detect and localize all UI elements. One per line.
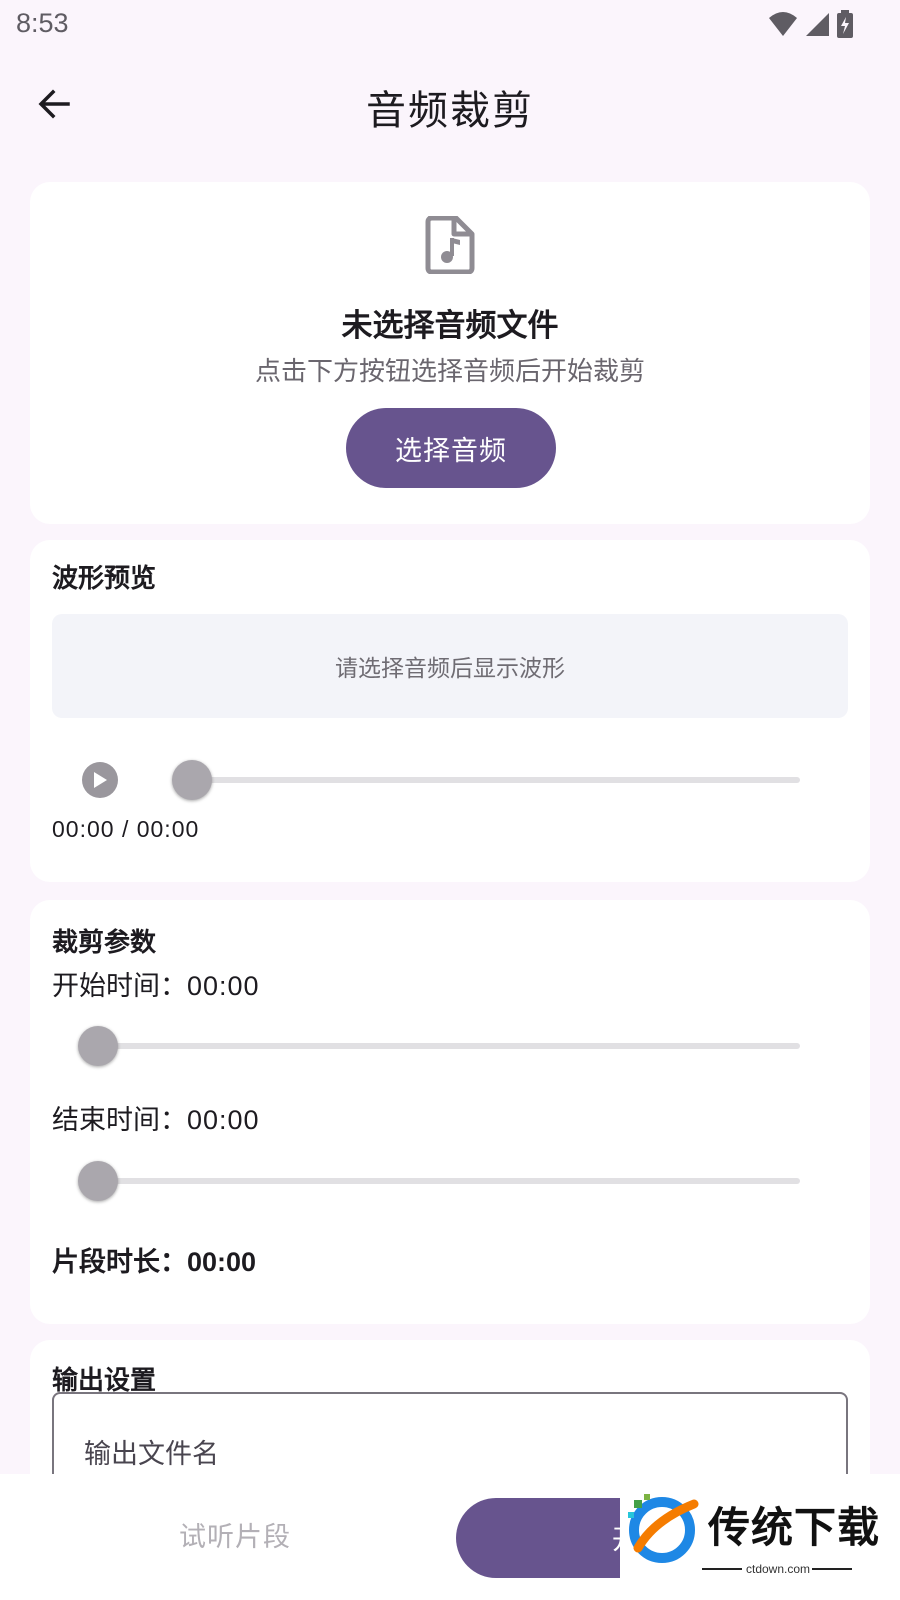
top-app-bar: 音频裁剪 <box>0 56 900 152</box>
play-icon <box>94 772 107 788</box>
start-time-label-text: 开始时间： <box>52 971 187 1002</box>
waveform-placeholder: 请选择音频后显示波形 <box>335 656 565 682</box>
cell-signal-icon <box>806 13 829 36</box>
trim-section-title: 裁剪参数 <box>52 928 157 958</box>
no-file-headline: 未选择音频文件 <box>341 308 559 344</box>
status-bar: 8:53 <box>0 0 900 50</box>
audio-file-icon <box>425 216 475 274</box>
watermark-rule-left <box>702 1568 742 1570</box>
segment-duration-label: 片段时长： <box>52 1247 187 1278</box>
status-icons <box>768 10 854 38</box>
playback-time-readout: 00:00 / 00:00 <box>52 816 200 842</box>
wifi-icon <box>769 12 797 36</box>
playback-slider-thumb[interactable] <box>172 760 212 800</box>
end-time-slider-thumb[interactable] <box>78 1161 118 1201</box>
watermark-logo-icon <box>628 1494 699 1563</box>
end-time-value: 00:00 <box>187 1105 260 1135</box>
end-time-slider-track[interactable] <box>78 1178 800 1184</box>
start-time-slider-thumb[interactable] <box>78 1026 118 1066</box>
trim-params-card: 裁剪参数 开始时间：00:00 结束时间：00:00 片段时长：00:00 <box>30 900 870 1324</box>
watermark-rule-right <box>812 1568 852 1570</box>
waveform-section-title: 波形预览 <box>52 564 157 594</box>
watermark: 传统下载 ctdown.com <box>620 1474 900 1600</box>
end-time-label: 结束时间：00:00 <box>52 1098 260 1137</box>
playback-slider-track[interactable] <box>172 777 800 783</box>
segment-duration: 片段时长：00:00 <box>52 1240 256 1279</box>
file-select-card: 未选择音频文件 点击下方按钮选择音频后开始裁剪 选择音频 <box>30 182 870 524</box>
play-button[interactable] <box>82 762 118 798</box>
start-time-value: 00:00 <box>187 971 260 1001</box>
select-audio-button[interactable]: 选择音频 <box>346 408 556 488</box>
waveform-card: 波形预览 请选择音频后显示波形 00:00 / 00:00 <box>30 540 870 882</box>
watermark-text: 传统下载 <box>708 1503 881 1552</box>
segment-duration-value: 00:00 <box>187 1247 257 1277</box>
start-time-slider-track[interactable] <box>78 1043 800 1049</box>
start-time-label: 开始时间：00:00 <box>52 964 260 1003</box>
status-time: 8:53 <box>16 8 69 38</box>
waveform-display: 请选择音频后显示波形 <box>52 614 848 718</box>
watermark-domain: ctdown.com <box>746 1562 811 1576</box>
preview-segment-button[interactable]: 试听片段 <box>120 1494 350 1574</box>
output-filename-placeholder: 输出文件名 <box>84 1439 219 1470</box>
no-file-subtitle: 点击下方按钮选择音频后开始裁剪 <box>254 357 645 387</box>
battery-charging-icon <box>837 10 853 38</box>
end-time-label-text: 结束时间： <box>52 1105 187 1136</box>
page-title: 音频裁剪 <box>366 88 534 134</box>
